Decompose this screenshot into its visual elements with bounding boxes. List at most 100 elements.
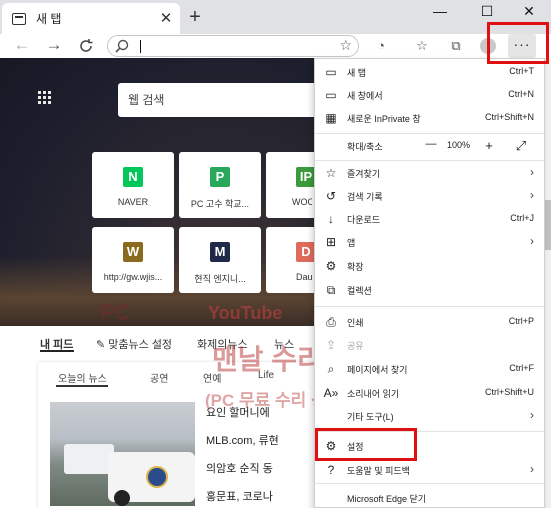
quick-link-woo[interactable]: IP WOO <box>266 152 316 218</box>
title-bar: 새 탭 ✕ + — ☐ ✕ <box>0 0 551 34</box>
menu-separator <box>315 306 544 307</box>
menu-new-inprivate[interactable]: ▦ 새로운 InPrivate 창 Ctrl+Shift+N <box>315 107 544 130</box>
tab-news[interactable]: 뉴스 <box>274 336 294 352</box>
menu-downloads[interactable]: ↓ 다운로드 Ctrl+J <box>315 208 544 231</box>
tile-label: WOO <box>292 197 312 207</box>
quick-link-gw[interactable]: W http://gw.wjis... <box>92 227 174 293</box>
tab-close-icon[interactable]: ✕ <box>156 9 176 29</box>
menu-new-tab[interactable]: ▭ 새 탭 Ctrl+T <box>315 61 544 84</box>
tile-label: NAVER <box>117 197 149 207</box>
menu-shortcut: Ctrl+N <box>508 89 534 99</box>
menu-print[interactable]: ⎙ 인쇄 Ctrl+P <box>315 311 544 334</box>
menu-label: 새 탭 <box>347 68 367 78</box>
app-launcher-icon[interactable] <box>38 91 52 105</box>
search-icon <box>115 39 129 53</box>
new-tab-icon: ▭ <box>325 65 337 79</box>
menu-shortcut: Ctrl+Shift+N <box>484 112 534 122</box>
extensions-icon: ⚙ <box>325 259 337 273</box>
chevron-right-icon: › <box>530 234 534 248</box>
news-headline[interactable]: 의암호 순직 동 <box>206 460 273 476</box>
news-headline[interactable]: 요인 할머니에 <box>206 404 270 420</box>
menu-extensions[interactable]: ⚙ 확장 <box>315 255 544 278</box>
new-tab-button[interactable]: + <box>184 7 206 29</box>
highlight-settings <box>315 428 417 461</box>
tab-hot-news[interactable]: 화제의뉴스 <box>197 336 248 352</box>
maximize-button[interactable]: ☐ <box>465 0 509 22</box>
menu-label: 확대/축소 <box>347 142 383 152</box>
engineer-logo-icon: M <box>210 242 230 262</box>
collections-icon[interactable]: ⧉ <box>447 37 465 55</box>
menu-label: 컬렉션 <box>347 286 372 296</box>
back-icon[interactable]: ← <box>10 34 34 58</box>
web-search-input[interactable]: 웹 검색 <box>118 83 316 117</box>
active-tab[interactable]: 새 탭 ✕ <box>2 3 180 34</box>
collections-icon: ⧉ <box>326 283 336 297</box>
zoom-out-button[interactable]: — <box>423 138 439 150</box>
gw-logo-icon: W <box>123 242 143 262</box>
menu-label: 소리내어 읽기 <box>347 389 400 399</box>
menu-close-edge[interactable]: Microsoft Edge 닫기 <box>315 487 544 508</box>
category-today[interactable]: 오늘의 뉴스 <box>58 370 107 385</box>
menu-find-on-page[interactable]: ⌕ 페이지에서 찾기 Ctrl+F <box>315 358 544 381</box>
menu-favorites[interactable]: ☆ 즐겨찾기 › <box>315 162 544 185</box>
menu-apps[interactable]: ⊞ 앱 › <box>315 231 544 254</box>
news-headline[interactable]: 홍문표, 코로나 <box>206 488 273 504</box>
menu-label: 새로운 InPrivate 창 <box>347 114 421 124</box>
menu-separator <box>315 483 544 484</box>
menu-collections[interactable]: ⧉ 컬렉션 <box>315 279 544 302</box>
scrollbar-thumb[interactable] <box>545 200 551 250</box>
category-entertainment[interactable]: 연예 <box>203 370 221 385</box>
chevron-right-icon: › <box>530 462 534 476</box>
category-life[interactable]: Life <box>258 370 274 381</box>
menu-help-feedback[interactable]: ? 도움말 및 피드백 › <box>315 459 544 482</box>
menu-label: 확장 <box>347 262 364 272</box>
menu-shortcut: Ctrl+Shift+U <box>484 387 534 397</box>
new-tab-page-icon <box>12 12 26 25</box>
zoom-in-button[interactable]: + <box>481 138 497 153</box>
quick-link-engineer[interactable]: M 현직 엔지니... <box>179 227 261 293</box>
wheel <box>114 490 130 506</box>
refresh-icon[interactable] <box>74 34 98 58</box>
tracking-prevention-icon[interactable]: ◔ <box>372 37 390 55</box>
quick-link-naver[interactable]: N NAVER <box>92 152 174 218</box>
menu-history[interactable]: ↺ 검색 기록 › <box>315 185 544 208</box>
menu-more-tools[interactable]: 기타 도구(L) › <box>315 405 544 428</box>
news-headline[interactable]: MLB.com, 류현 <box>206 432 279 448</box>
news-image[interactable] <box>50 402 195 506</box>
menu-label: 인쇄 <box>347 318 364 328</box>
window-close-button[interactable]: ✕ <box>507 0 551 22</box>
history-icon: ↺ <box>325 189 337 203</box>
menu-read-aloud[interactable]: A» 소리내어 읽기 Ctrl+Shift+U <box>315 382 544 405</box>
daum-logo-icon: D <box>296 242 316 262</box>
fullscreen-icon[interactable]: ⤢ <box>513 138 529 154</box>
forward-icon[interactable]: → <box>42 34 66 58</box>
quick-link-pc-school[interactable]: P PC 고수 학교... <box>179 152 261 218</box>
address-bar[interactable]: ☆ <box>107 35 359 57</box>
new-window-icon: ▭ <box>325 88 337 102</box>
menu-label: 앱 <box>347 238 356 248</box>
favorites-icon[interactable]: ☆ <box>413 37 431 55</box>
tile-label: http://gw.wjis... <box>103 272 163 282</box>
chevron-right-icon: › <box>530 188 534 202</box>
apps-icon: ⊞ <box>325 235 337 249</box>
print-icon: ⎙ <box>326 315 336 329</box>
tile-label: PC 고수 학교... <box>190 199 250 209</box>
menu-zoom: 확대/축소 — 100% + ⤢ <box>315 135 544 158</box>
chevron-right-icon: › <box>530 408 534 422</box>
quick-link-daum[interactable]: D Dau <box>266 227 316 293</box>
menu-label: 페이지에서 찾기 <box>347 365 408 375</box>
naver-logo-icon: N <box>123 167 143 187</box>
menu-shortcut: Ctrl+J <box>510 213 534 223</box>
menu-label: 즐겨찾기 <box>347 169 381 179</box>
inprivate-icon: ▦ <box>325 111 337 125</box>
tab-custom-news-label: 맞춤뉴스 설정 <box>108 339 173 351</box>
text-caret <box>140 40 141 53</box>
menu-label: Microsoft Edge 닫기 <box>347 494 427 504</box>
minimize-button[interactable]: — <box>418 0 462 22</box>
favorite-star-icon[interactable]: ☆ <box>339 37 352 54</box>
police-car-shape <box>108 452 195 506</box>
category-performance[interactable]: 공연 <box>150 370 168 385</box>
menu-new-window[interactable]: ▭ 새 창에서 Ctrl+N <box>315 84 544 107</box>
tab-custom-news[interactable]: ✎ 맞춤뉴스 설정 <box>96 336 172 352</box>
scrollbar-track[interactable] <box>545 58 551 508</box>
